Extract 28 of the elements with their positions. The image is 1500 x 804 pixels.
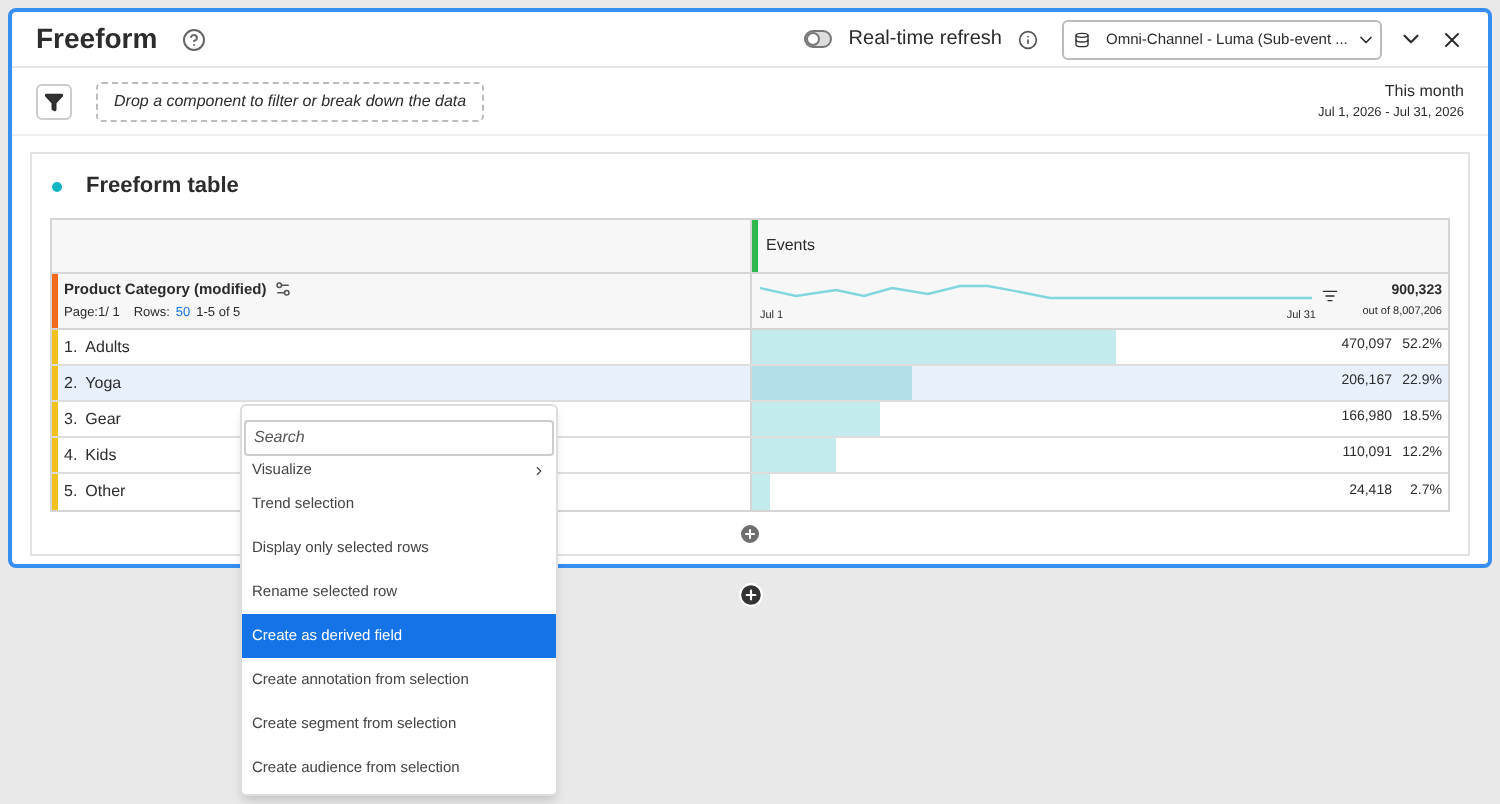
search-field[interactable]: Search	[244, 419, 554, 455]
close-icon[interactable]	[1440, 27, 1464, 51]
database-icon	[1074, 31, 1090, 47]
panel-title: Freeform	[36, 20, 158, 58]
row-label: Adults	[85, 335, 130, 359]
sort-icon[interactable]	[1322, 288, 1338, 304]
add-icon[interactable]	[737, 582, 763, 608]
date-label[interactable]: This month	[1384, 79, 1464, 104]
row-label: Other	[85, 480, 126, 504]
row-index: 3.	[64, 407, 78, 431]
row-index: 1.	[64, 335, 78, 359]
row-index: 2.	[64, 371, 78, 395]
toggle-label: Real-time refresh	[848, 26, 1002, 54]
toggle-switch[interactable]	[804, 30, 833, 48]
row-label: Yoga	[85, 371, 122, 395]
row-label: Gear	[85, 407, 121, 431]
filter-button[interactable]	[36, 83, 72, 119]
info-icon[interactable]	[1018, 29, 1038, 49]
column-header[interactable]: Events	[766, 234, 815, 258]
drop-zone[interactable]: Drop a component to filter or break down the data	[96, 81, 485, 121]
help-icon[interactable]	[181, 27, 206, 51]
row-label: Kids	[85, 443, 117, 467]
row-index: 5.	[64, 480, 78, 504]
settings-icon[interactable]	[274, 280, 293, 299]
table-title: Freeform table	[86, 171, 239, 202]
submenu-icon	[532, 463, 546, 477]
row-index: 4.	[64, 443, 78, 467]
filter-icon	[44, 91, 64, 111]
